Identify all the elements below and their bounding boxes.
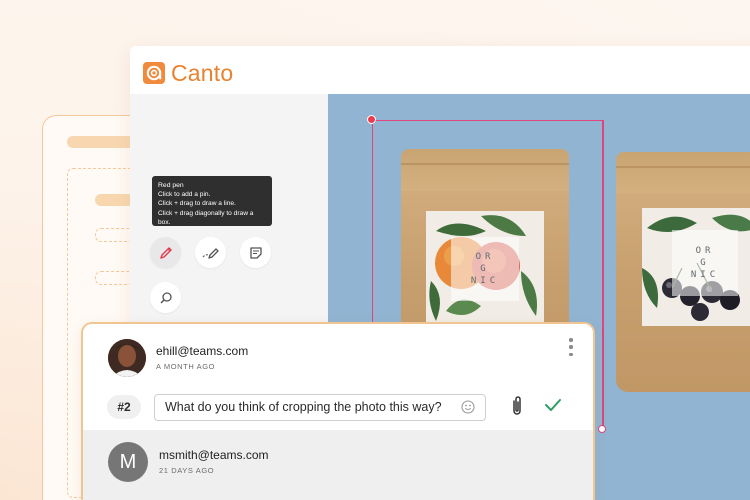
comment-item[interactable]: M msmith@teams.com 21 DAYS AGO <box>83 430 593 500</box>
note-icon <box>249 246 262 259</box>
attachment-icon[interactable] <box>510 395 524 417</box>
more-options-icon[interactable] <box>568 338 574 356</box>
red-pen-tooltip: Red pen Click to add a pin. Click + drag… <box>152 176 272 226</box>
avatar[interactable] <box>108 339 146 377</box>
ghost-bar <box>95 194 135 206</box>
ghost-dashed-box <box>95 228 135 242</box>
selection-handle-top-left[interactable] <box>367 115 376 124</box>
top-bar: Canto <box>130 46 750 94</box>
user-avatar-photo <box>108 339 146 377</box>
note-button[interactable] <box>240 237 271 268</box>
organic-text-line: OR <box>695 246 715 256</box>
canto-logo[interactable]: Canto <box>143 60 234 86</box>
logo-text: Canto <box>171 60 234 86</box>
canto-logo-icon <box>143 62 165 84</box>
comment-author: msmith@teams.com <box>159 448 269 462</box>
coffee-bag-right: OR G NIC <box>616 152 750 392</box>
comment-timestamp: 21 DAYS AGO <box>159 466 215 475</box>
avatar[interactable]: M <box>108 442 148 482</box>
comment-number-badge: #2 <box>107 395 141 419</box>
organic-text-line: G <box>700 258 710 268</box>
zoom-button[interactable] <box>150 282 181 313</box>
reply-input[interactable]: What do you think of cropping the photo … <box>154 394 486 421</box>
tooltip-title: Red pen <box>158 182 184 189</box>
comment-timestamp: A MONTH AGO <box>156 362 216 371</box>
tooltip-line: Click + drag diagonally to draw a box. <box>158 209 254 226</box>
comment-thread: ehill@teams.com A MONTH AGO #2 What do y… <box>83 324 593 430</box>
bag-zipline <box>616 166 750 168</box>
ghost-dashed-box <box>95 271 135 285</box>
emoji-icon[interactable] <box>461 400 475 414</box>
red-pen-icon <box>159 246 172 259</box>
tooltip-line: Click + drag to draw a line. <box>158 200 236 208</box>
organic-text-line: NIC <box>690 270 720 280</box>
red-pen-button[interactable] <box>150 237 181 268</box>
crop-selection-edge <box>602 120 604 431</box>
submit-check-icon[interactable] <box>544 397 562 413</box>
comment-card: ehill@teams.com A MONTH AGO #2 What do y… <box>81 322 595 500</box>
line-pen-icon <box>202 247 219 259</box>
tooltip-line: Click to add a pin. <box>158 191 211 199</box>
comment-author: ehill@teams.com <box>156 344 249 358</box>
organic-logo-box: OR G NIC <box>672 230 738 296</box>
line-pen-button[interactable] <box>195 237 226 268</box>
zoom-icon <box>159 291 172 304</box>
ghost-bar <box>67 136 137 148</box>
selection-handle-bottom-right[interactable] <box>598 425 606 433</box>
bag-top <box>616 152 750 194</box>
